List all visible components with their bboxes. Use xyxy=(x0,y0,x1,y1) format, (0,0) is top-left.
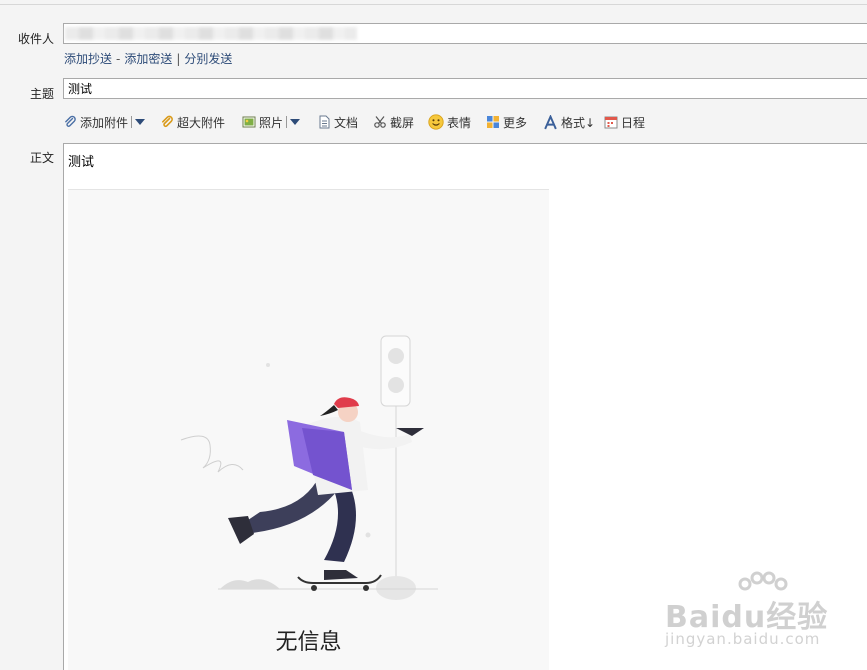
calendar-icon xyxy=(604,116,618,129)
screenshot-button[interactable]: 截屏 xyxy=(373,112,414,132)
schedule-label: 日程 xyxy=(621,115,646,130)
photo-button[interactable]: 照片 xyxy=(242,112,301,132)
baidu-watermark: Baidu经验 jingyan.baidu.com xyxy=(663,571,863,652)
format-button[interactable]: 格式↓ xyxy=(543,112,595,132)
emoji-button[interactable]: 表情 xyxy=(428,112,471,132)
screenshot-label: 截屏 xyxy=(390,115,415,130)
large-attachment-label: 超大附件 xyxy=(177,115,226,130)
add-cc-link[interactable]: 添加抄送 xyxy=(64,52,112,66)
more-button[interactable]: 更多 xyxy=(486,112,527,132)
photo-icon xyxy=(242,116,256,128)
large-paperclip-icon xyxy=(162,115,173,128)
subject-input[interactable] xyxy=(63,78,867,99)
paperclip-icon xyxy=(65,115,76,127)
smiley-icon xyxy=(428,114,444,130)
recipient-input[interactable] xyxy=(63,23,867,44)
document-button[interactable]: 文档 xyxy=(317,112,358,132)
scissors-icon xyxy=(374,116,386,128)
photo-dropdown-icon[interactable] xyxy=(290,119,301,125)
font-a-icon xyxy=(544,114,557,129)
body-label: 正文 xyxy=(29,151,54,165)
separate-send-link[interactable]: 分别发送 xyxy=(184,52,232,66)
recipient-links: 添加抄送 - 添加密送 | 分别发送 xyxy=(64,52,233,66)
photo-label: 照片 xyxy=(259,115,284,130)
recipient-blurred-value xyxy=(65,27,357,40)
body-text: 测试 xyxy=(68,155,95,170)
add-attachment-button[interactable]: 添加附件 xyxy=(63,112,146,132)
large-attachment-button[interactable]: 超大附件 xyxy=(160,112,225,132)
add-bcc-link[interactable]: 添加密送 xyxy=(124,52,172,66)
attachment-dropdown-icon[interactable] xyxy=(135,119,146,125)
empty-state-text: 无信息 xyxy=(275,630,342,655)
add-attachment-label: 添加附件 xyxy=(80,115,129,130)
emoji-label: 表情 xyxy=(447,115,472,130)
more-label: 更多 xyxy=(503,115,528,130)
subject-label: 主题 xyxy=(29,87,54,101)
watermark-site: jingyan.baidu.com xyxy=(665,630,821,648)
top-divider xyxy=(0,4,867,5)
compose-toolbar: 添加附件 超大附件 照片 文档 截屏 表情 更多 格式↓ 日程 xyxy=(63,112,663,132)
empty-state-card: 无信息 xyxy=(68,189,549,670)
schedule-button[interactable]: 日程 xyxy=(604,112,645,132)
format-label: 格式↓ xyxy=(561,115,596,130)
document-icon xyxy=(319,115,330,129)
skateboarder-illustration xyxy=(180,335,438,600)
recipient-label: 收件人 xyxy=(17,32,54,46)
grid-icon xyxy=(487,116,499,128)
document-label: 文档 xyxy=(334,115,359,130)
